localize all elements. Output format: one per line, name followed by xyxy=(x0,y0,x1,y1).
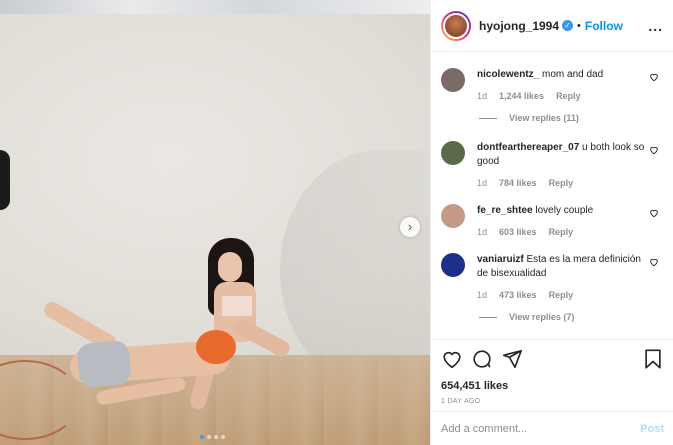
view-replies-link[interactable]: View replies (7) xyxy=(479,312,663,322)
heart-icon[interactable] xyxy=(441,348,463,370)
carousel-dot xyxy=(207,435,211,439)
author-avatar-image xyxy=(443,12,469,39)
commenter-avatar[interactable] xyxy=(441,253,465,277)
comment-likes[interactable]: 473 likes xyxy=(499,290,537,300)
carousel-dot xyxy=(214,435,218,439)
comment-age: 1d xyxy=(477,178,488,188)
comment-likes[interactable]: 1,244 likes xyxy=(499,91,544,101)
action-row xyxy=(441,348,664,370)
comment-likes[interactable]: 603 likes xyxy=(499,227,537,237)
studio-lamp xyxy=(0,150,10,210)
verified-badge-icon: ✓ xyxy=(562,20,574,31)
author-username[interactable]: hyojong_1994 xyxy=(479,19,559,33)
share-icon[interactable] xyxy=(501,348,523,370)
comments-list[interactable]: nicolewentz_ mom and dad 1d 1,244 likes … xyxy=(431,52,673,339)
reply-button[interactable]: Reply xyxy=(549,178,574,188)
comment-username[interactable]: fe_re_shtee xyxy=(477,205,533,216)
like-comment-heart-icon[interactable] xyxy=(649,72,659,82)
reply-button[interactable]: Reply xyxy=(549,290,574,300)
comment-username[interactable]: dontfearthereaper_07 xyxy=(477,142,579,153)
carousel-dots xyxy=(200,435,225,439)
view-replies-line xyxy=(479,316,497,318)
comment-text: lovely couple xyxy=(535,205,594,216)
next-image-button[interactable]: › xyxy=(400,217,420,237)
commenter-avatar[interactable] xyxy=(441,204,465,228)
comment-age: 1d xyxy=(477,227,488,237)
comment-age: 1d xyxy=(477,91,488,101)
man-shorts xyxy=(75,339,133,389)
follow-button[interactable]: Follow xyxy=(585,19,623,33)
post-header: hyojong_1994 ✓ • Follow ... xyxy=(431,0,673,52)
like-comment-heart-icon[interactable] xyxy=(649,257,659,267)
comment-age: 1d xyxy=(477,290,488,300)
post-side-panel: hyojong_1994 ✓ • Follow ... nicolewentz_… xyxy=(430,0,673,445)
man-head-orange-hair xyxy=(196,330,236,364)
more-options-icon[interactable]: ... xyxy=(648,18,663,34)
post-comment-button[interactable]: Post xyxy=(640,423,664,435)
commenter-avatar[interactable] xyxy=(441,141,465,165)
photo-top-strip xyxy=(0,0,430,14)
comment-likes[interactable]: 784 likes xyxy=(499,178,537,188)
comment-item: vaniaruizf Esta es la mera definición de… xyxy=(441,253,663,300)
view-replies-line xyxy=(479,117,497,119)
bookmark-icon[interactable] xyxy=(642,348,664,370)
likes-count[interactable]: 654,451 likes xyxy=(441,380,664,392)
comment-item: nicolewentz_ mom and dad 1d 1,244 likes … xyxy=(441,68,663,101)
comment-item: fe_re_shtee lovely couple 1d 603 likes R… xyxy=(441,204,663,237)
reply-button[interactable]: Reply xyxy=(549,227,574,237)
post-actions: 654,451 likes 1 DAY AGO xyxy=(431,339,673,405)
post-date[interactable]: 1 DAY AGO xyxy=(441,398,664,405)
commenter-avatar[interactable] xyxy=(441,68,465,92)
carousel-dot xyxy=(221,435,225,439)
comment-icon[interactable] xyxy=(471,348,493,370)
comment-text: mom and dad xyxy=(542,69,604,80)
comment-item: dontfearthereaper_07 u both look so good… xyxy=(441,141,663,188)
comment-input[interactable] xyxy=(441,422,641,435)
view-replies-label: View replies (11) xyxy=(509,113,579,123)
reply-button[interactable]: Reply xyxy=(556,91,581,101)
like-comment-heart-icon[interactable] xyxy=(649,208,659,218)
like-comment-heart-icon[interactable] xyxy=(649,145,659,155)
add-comment-bar: Post xyxy=(431,411,673,445)
woman-face xyxy=(218,252,242,282)
comment-username[interactable]: nicolewentz_ xyxy=(477,69,539,80)
view-replies-label: View replies (7) xyxy=(509,312,575,322)
header-separator: • xyxy=(577,19,581,32)
author-avatar[interactable] xyxy=(441,10,471,41)
censor-box xyxy=(222,296,252,316)
comment-username[interactable]: vaniaruizf xyxy=(477,254,524,265)
carousel-dot xyxy=(200,435,204,439)
view-replies-link[interactable]: View replies (11) xyxy=(479,113,663,123)
post-photo[interactable]: › xyxy=(0,0,430,445)
